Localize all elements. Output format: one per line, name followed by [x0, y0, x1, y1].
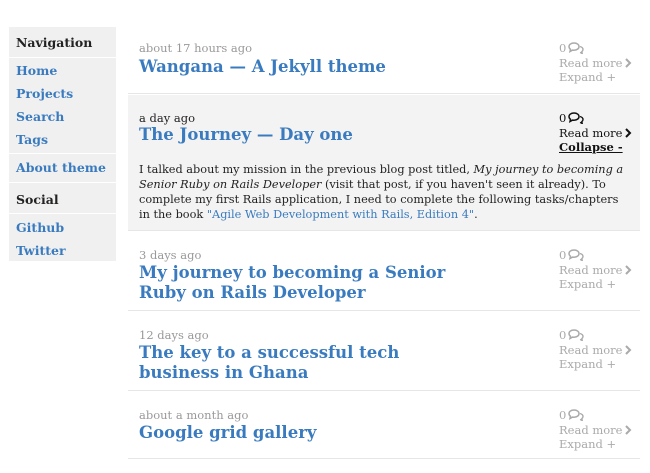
- post-meta: 0 Read more Expand +: [559, 248, 632, 292]
- comment-count: 0: [559, 111, 567, 125]
- sidebar-item-github[interactable]: Github: [16, 220, 64, 235]
- chevron-right-icon: [624, 265, 632, 275]
- collapse-toggle[interactable]: Collapse -: [559, 140, 632, 155]
- read-more-label: Read more: [559, 422, 623, 437]
- post-title-link[interactable]: The key to a successful tech business in…: [139, 343, 469, 383]
- expand-toggle[interactable]: Expand +: [559, 357, 632, 372]
- book-link[interactable]: "Agile Web Development with Rails, Editi…: [207, 208, 474, 221]
- post-item: 3 days ago My journey to becoming a Seni…: [128, 232, 640, 311]
- post-time: about 17 hours ago: [139, 41, 253, 55]
- expand-toggle[interactable]: Expand +: [559, 437, 632, 452]
- post-meta: 0 Read more Expand +: [559, 328, 632, 372]
- sidebar-item-about-theme[interactable]: About theme: [16, 160, 106, 175]
- expand-toggle[interactable]: Expand +: [559, 277, 632, 292]
- post-title-link[interactable]: Wangana — A Jekyll theme: [139, 57, 469, 77]
- read-more-label: Read more: [559, 55, 623, 70]
- chevron-right-icon: [624, 128, 632, 138]
- social-heading: Social: [16, 192, 59, 207]
- read-more-label: Read more: [559, 125, 623, 140]
- excerpt-text: .: [474, 208, 478, 221]
- post-excerpt: I talked about my mission in the previou…: [139, 162, 629, 222]
- post-time: a day ago: [139, 111, 196, 125]
- post-item: 12 days ago The key to a successful tech…: [128, 312, 640, 391]
- post-meta: 0 Read more Expand +: [559, 41, 632, 85]
- read-more-link[interactable]: Read more: [559, 343, 632, 358]
- comment-icon: [568, 42, 585, 55]
- read-more-label: Read more: [559, 262, 623, 277]
- comment-count: 0: [559, 408, 567, 422]
- read-more-link[interactable]: Read more: [559, 423, 632, 438]
- navigation-heading: Navigation: [16, 35, 93, 50]
- post-title-link[interactable]: My journey to becoming a Senior Ruby on …: [139, 263, 469, 303]
- sidebar: Navigation Home Projects Search Tags Abo…: [9, 27, 116, 261]
- divider: [9, 182, 116, 183]
- post-title-link[interactable]: The Journey — Day one: [139, 125, 469, 145]
- divider: [9, 153, 116, 154]
- post-meta: 0 Read more Collapse -: [559, 111, 632, 155]
- sidebar-item-projects[interactable]: Projects: [16, 86, 73, 101]
- comment-icon: [568, 249, 585, 262]
- comment-count: 0: [559, 248, 567, 262]
- sidebar-item-search[interactable]: Search: [16, 109, 64, 124]
- comment-count: 0: [559, 328, 567, 342]
- expand-toggle[interactable]: Expand +: [559, 70, 632, 85]
- chevron-right-icon: [624, 425, 632, 435]
- post-time: 3 days ago: [139, 248, 202, 262]
- post-item: about a month ago Google grid gallery 0 …: [128, 392, 640, 459]
- comment-icon: [568, 329, 585, 342]
- chevron-right-icon: [624, 58, 632, 68]
- comment-count: 0: [559, 41, 567, 55]
- read-more-link[interactable]: Read more: [559, 126, 632, 141]
- post-title-link[interactable]: Google grid gallery: [139, 423, 469, 443]
- excerpt-text: I talked about my mission in the previou…: [139, 163, 474, 176]
- post-time: 12 days ago: [139, 328, 209, 342]
- sidebar-item-tags[interactable]: Tags: [16, 132, 48, 147]
- post-meta: 0 Read more Expand +: [559, 408, 632, 452]
- read-more-link[interactable]: Read more: [559, 56, 632, 71]
- read-more-label: Read more: [559, 342, 623, 357]
- comment-icon: [568, 112, 585, 125]
- divider: [9, 213, 116, 214]
- post-item: about 17 hours ago Wangana — A Jekyll th…: [128, 27, 640, 94]
- divider: [9, 57, 116, 58]
- comment-icon: [568, 409, 585, 422]
- post-time: about a month ago: [139, 408, 249, 422]
- sidebar-item-twitter[interactable]: Twitter: [16, 243, 66, 258]
- sidebar-item-home[interactable]: Home: [16, 63, 57, 78]
- read-more-link[interactable]: Read more: [559, 263, 632, 278]
- post-item-expanded: a day ago The Journey — Day one 0 Read m…: [128, 95, 640, 231]
- chevron-right-icon: [624, 345, 632, 355]
